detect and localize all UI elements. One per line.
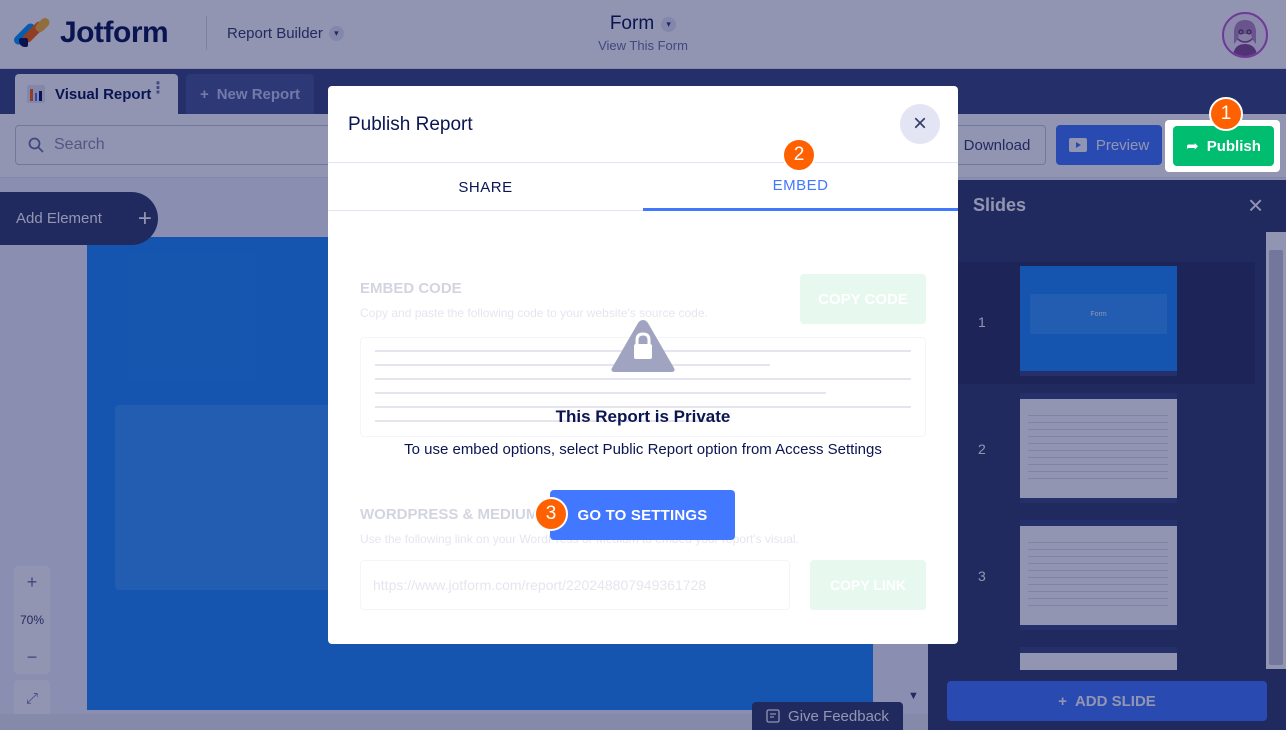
copy-link-button: COPY LINK xyxy=(810,560,926,610)
step-badge-3: 3 xyxy=(534,497,568,531)
publish-button[interactable]: ➦ Publish xyxy=(1173,126,1274,166)
close-modal-button[interactable]: × xyxy=(900,104,940,144)
private-report-title: This Report is Private xyxy=(555,407,731,426)
publish-tabs: SHARE EMBED xyxy=(328,162,958,211)
go-to-settings-button[interactable]: GO TO SETTINGS xyxy=(550,490,735,540)
step-badge-1: 1 xyxy=(1209,97,1243,131)
step-badge-2: 2 xyxy=(782,138,816,172)
wordpress-heading: WORDPRESS & MEDIUM xyxy=(360,506,539,523)
lock-warning-icon xyxy=(611,320,675,372)
tab-share[interactable]: SHARE xyxy=(328,163,643,211)
embed-code-heading: EMBED CODE xyxy=(360,280,462,297)
share-arrow-icon: ➦ xyxy=(1186,138,1199,155)
close-icon: × xyxy=(912,110,927,137)
publish-label: Publish xyxy=(1206,137,1261,155)
private-report-description: To use embed options, select Public Repo… xyxy=(404,441,882,458)
embed-options-disabled: EMBED CODE Copy and paste the following … xyxy=(328,212,958,644)
report-url-field: https://www.jotform.com/report/220248807… xyxy=(360,560,790,610)
publish-report-modal: Publish Report × SHARE EMBED EMBED CODE … xyxy=(328,86,958,644)
modal-title: Publish Report xyxy=(348,114,473,135)
copy-link-label: COPY LINK xyxy=(830,577,906,593)
copy-code-button: COPY CODE xyxy=(800,274,926,324)
